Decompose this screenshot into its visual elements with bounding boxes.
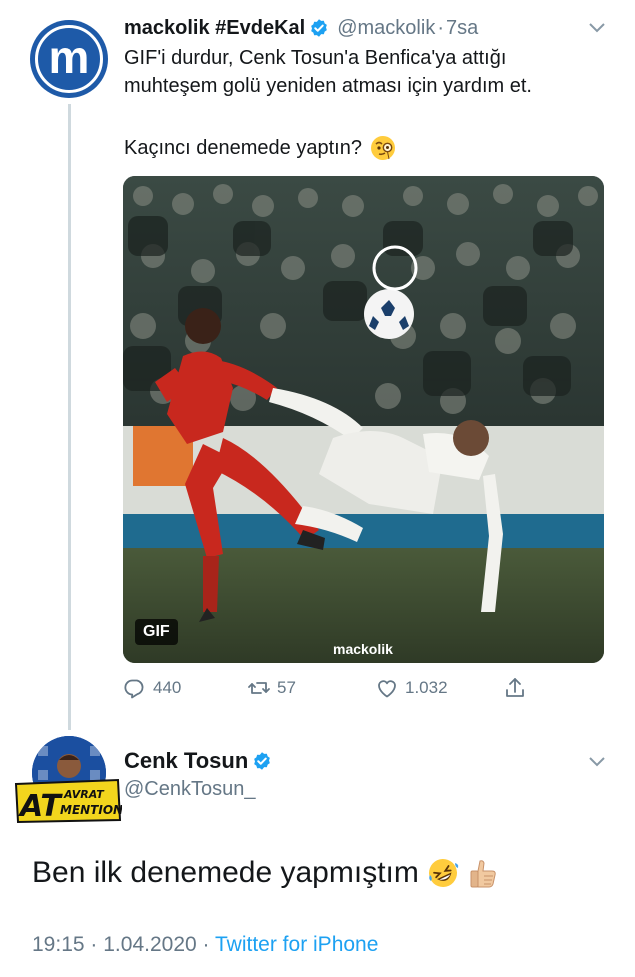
avatar-ring: m (35, 25, 103, 93)
header-separator: · (437, 16, 444, 39)
tweet-text: GIF'i durdur, Cenk Tosun'a Benfica'ya at… (124, 44, 614, 100)
reply-source-link[interactable]: Twitter for iPhone (215, 933, 378, 956)
thread-connector-line (68, 104, 71, 730)
author-name[interactable]: mackolik #EvdeKal (124, 17, 305, 40)
tweet-text-line: muhteşem golü yeniden atması için yardım… (124, 75, 532, 97)
heart-icon (378, 680, 396, 698)
rolling-on-floor-laughing-emoji-icon (428, 859, 459, 887)
question-text: Kaçıncı denemede yaptın? (124, 137, 362, 159)
like-count: 1.032 (405, 678, 448, 697)
chevron-down-icon[interactable] (588, 22, 606, 34)
tweet-header: mackolik #EvdeKal @mackolik · 7sa (124, 14, 478, 42)
reply-button[interactable]: 440 (123, 676, 181, 700)
reply-date: 1.04.2020 (103, 933, 197, 956)
retweet-button[interactable]: 57 (247, 676, 296, 700)
meta-separator: · (90, 933, 98, 956)
share-icon (506, 678, 524, 697)
chevron-down-icon[interactable] (588, 756, 606, 768)
reply-time: 19:15 (32, 933, 85, 956)
meta-separator: · (202, 933, 210, 956)
reply-author-name[interactable]: Cenk Tosun (124, 748, 248, 774)
share-button[interactable] (503, 676, 533, 700)
svg-text:AT: AT (18, 789, 63, 824)
media-watermark: mackolik (333, 641, 393, 657)
reply-author-handle[interactable]: @CenkTosun_ (124, 778, 255, 801)
like-button[interactable]: 1.032 (375, 676, 448, 700)
tweet-time[interactable]: 7sa (446, 17, 478, 40)
verified-badge-icon (254, 752, 271, 770)
author-handle[interactable]: @mackolik (337, 17, 435, 40)
monocle-face-emoji-icon (370, 136, 395, 160)
at-avrat-mention-logo: AT AVRAT MENTION (14, 778, 122, 824)
gif-badge: GIF (135, 619, 178, 645)
retweet-icon (248, 682, 270, 694)
mackolik-avatar[interactable]: m (30, 20, 108, 98)
thumbs-up-emoji-icon (470, 860, 496, 888)
reply-icon (124, 679, 144, 699)
tweet-actions: 440 57 1.032 (123, 676, 553, 704)
svg-text:MENTION: MENTION (60, 803, 122, 817)
reply-count: 440 (153, 678, 182, 697)
reply-text: Ben ilk denemede yapmıştım (32, 856, 499, 890)
tweet-question: Kaçıncı denemede yaptın? (124, 134, 396, 162)
tweet-text-line: GIF'i durdur, Cenk Tosun'a Benfica'ya at… (124, 47, 507, 69)
avatar-letter: m (48, 31, 90, 83)
svg-text:AVRAT: AVRAT (63, 788, 105, 801)
gif-media[interactable]: GIF mackolik (123, 176, 604, 663)
original-tweet[interactable]: m mackolik #EvdeKal @mackolik · 7sa GIF'… (0, 0, 635, 735)
verified-badge-icon (311, 19, 328, 37)
reply-meta: 19:15 · 1.04.2020 · Twitter for iPhone (32, 933, 378, 957)
gif-frame-image (123, 176, 604, 663)
reply-author-name-row[interactable]: Cenk Tosun (124, 748, 272, 774)
reply-text-content: Ben ilk denemede yapmıştım (32, 856, 419, 889)
retweet-count: 57 (277, 678, 296, 697)
